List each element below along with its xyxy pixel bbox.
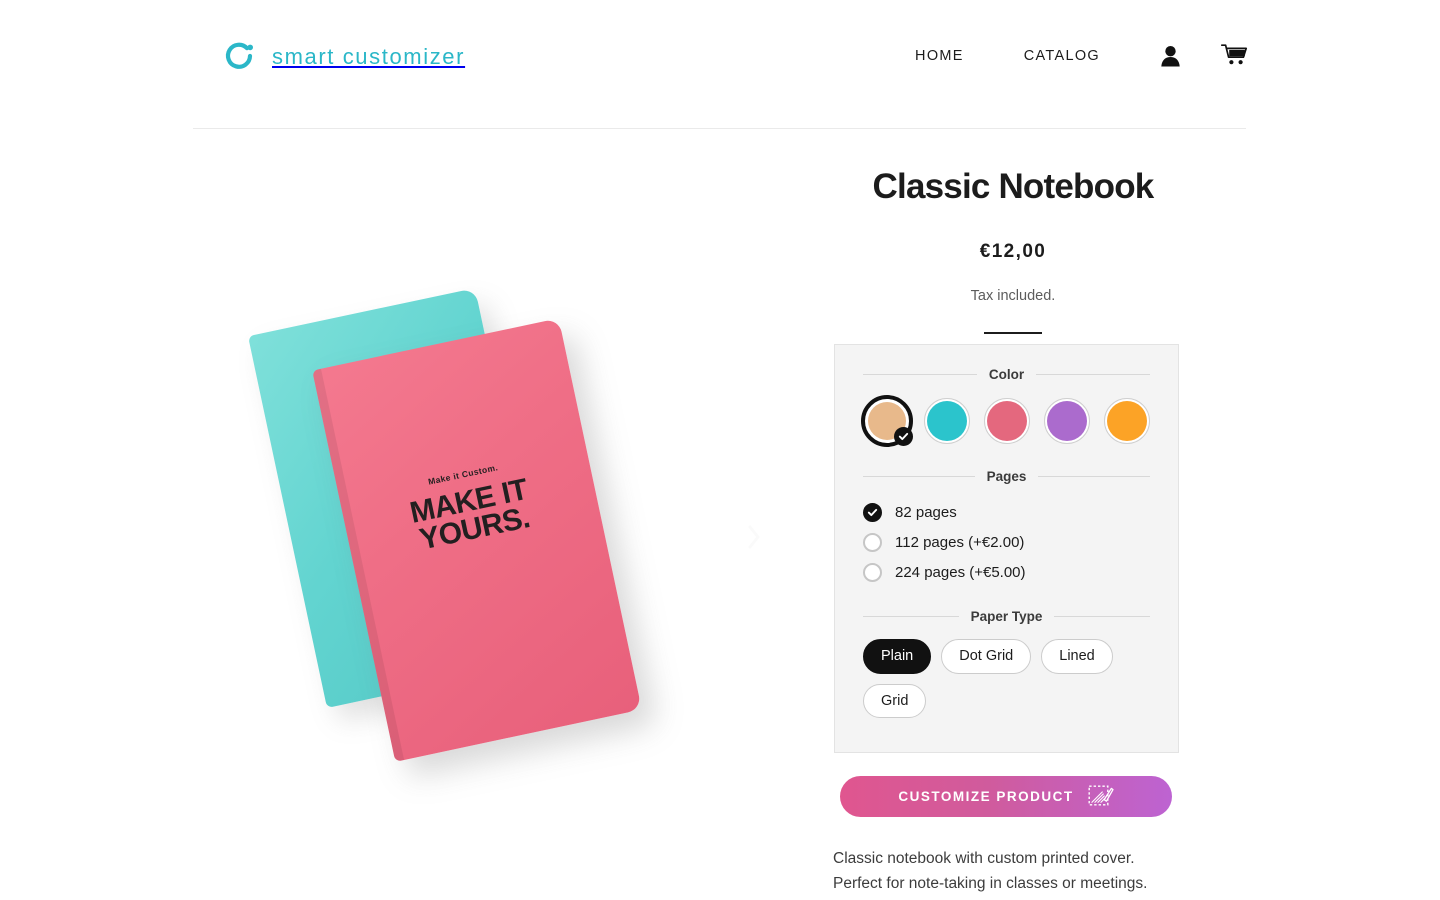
customize-product-label: CUSTOMIZE PRODUCT <box>898 789 1074 804</box>
site-logo[interactable]: smart customizer <box>222 40 465 74</box>
pages-legend-label: Pages <box>986 469 1027 484</box>
product-page: smart customizer HOME CATALOG Make it Cu… <box>0 0 1440 900</box>
notebook-cover-text: Make it Custom. MAKE IT YOURS. <box>339 443 601 569</box>
color-legend-label: Color <box>988 367 1025 382</box>
color-swatch-purple[interactable] <box>1044 398 1090 444</box>
nav-item-home[interactable]: HOME <box>915 48 964 64</box>
product-description: Classic notebook with custom printed cov… <box>833 846 1203 897</box>
pages-option-label: 224 pages (+€5.00) <box>895 563 1026 581</box>
color-swatch-pink[interactable] <box>984 398 1030 444</box>
paper-type-pill-list: Plain Dot Grid Lined Grid <box>863 639 1150 718</box>
product-options-panel: Color Pages 82 pages 112 pages (+€2.00) … <box>834 344 1179 753</box>
gallery-stage[interactable]: Make it Custom. MAKE IT YOURS. <box>193 150 793 900</box>
tax-note: Tax included. <box>970 287 1056 304</box>
pages-option-label: 112 pages (+€2.00) <box>895 533 1025 551</box>
description-line-2: Perfect for note-taking in classes or me… <box>833 875 1148 893</box>
person-icon <box>1161 45 1180 66</box>
description-line-1: Classic notebook with custom printed cov… <box>833 850 1135 867</box>
pages-option-group: Pages 82 pages 112 pages (+€2.00) 224 pa… <box>863 469 1150 587</box>
paper-type-legend-label: Paper Type <box>970 609 1043 624</box>
ring-dot-logo-icon <box>225 42 253 69</box>
radio-indicator <box>863 532 882 552</box>
color-option-group: Color <box>861 367 1150 447</box>
check-icon <box>898 432 909 441</box>
radio-indicator <box>863 562 882 582</box>
paper-type-dot-grid[interactable]: Dot Grid <box>941 639 1032 674</box>
logo-text: smart customizer <box>272 44 466 69</box>
color-swatch-fill <box>1107 401 1147 441</box>
product-price: €12,00 <box>979 240 1047 262</box>
color-swatch-orange[interactable] <box>1104 398 1150 444</box>
pages-option-82[interactable]: 82 pages <box>863 497 1150 527</box>
pages-legend: Pages <box>863 469 1150 484</box>
pages-option-224[interactable]: 224 pages (+€5.00) <box>863 557 1150 587</box>
paper-type-option-group: Paper Type Plain Dot Grid Lined Grid <box>863 609 1150 718</box>
pages-option-112[interactable]: 112 pages (+€2.00) <box>863 527 1150 557</box>
paper-type-lined[interactable]: Lined <box>1041 639 1113 674</box>
color-swatch-teal[interactable] <box>924 398 970 444</box>
paper-type-grid[interactable]: Grid <box>863 683 927 718</box>
design-pencil-icon <box>1088 785 1114 806</box>
color-swatch-fill <box>1047 401 1087 441</box>
color-swatch-fill <box>987 401 1027 441</box>
product-gallery: Make it Custom. MAKE IT YOURS. <box>193 150 793 900</box>
cart-button[interactable] <box>1221 44 1248 67</box>
radio-indicator <box>863 502 882 522</box>
account-button[interactable] <box>1160 45 1181 67</box>
customize-product-button[interactable]: CUSTOMIZE PRODUCT <box>840 776 1172 817</box>
pages-option-label: 82 pages <box>895 503 957 521</box>
header-divider <box>193 128 1246 129</box>
check-icon <box>867 508 878 516</box>
product-info: Classic Notebook €12,00 Tax included. <box>833 150 1193 334</box>
pages-radio-list: 82 pages 112 pages (+€2.00) 224 pages (+… <box>863 497 1150 587</box>
gallery-next-button[interactable] <box>747 524 761 550</box>
color-selected-badge <box>894 427 913 446</box>
info-divider <box>984 331 1042 334</box>
paper-type-plain[interactable]: Plain <box>863 639 932 674</box>
main-nav: HOME CATALOG <box>915 44 1248 67</box>
page-title: Classic Notebook <box>872 167 1155 206</box>
shopping-cart-icon <box>1221 44 1248 65</box>
color-swatch-tan[interactable] <box>861 395 913 447</box>
site-header: smart customizer HOME CATALOG <box>0 0 1440 130</box>
color-swatch-fill <box>927 401 967 441</box>
nav-item-catalog[interactable]: CATALOG <box>1024 48 1100 64</box>
color-legend: Color <box>863 367 1150 382</box>
color-swatch-list <box>861 395 1150 447</box>
chevron-right-icon <box>748 525 759 549</box>
paper-type-legend: Paper Type <box>863 609 1150 624</box>
